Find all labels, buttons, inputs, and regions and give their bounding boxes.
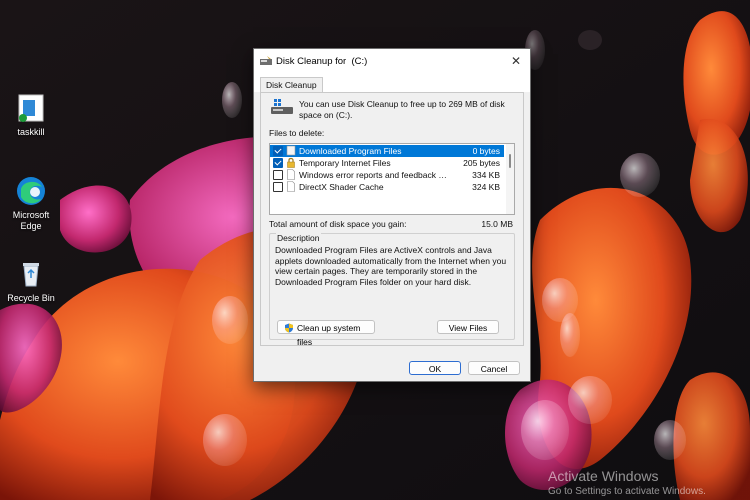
lock-icon (287, 157, 295, 168)
info-text: You can use Disk Cleanup to free up to 2… (299, 99, 505, 120)
file-checkbox[interactable] (273, 146, 283, 156)
tab-strip: Disk Cleanup (254, 74, 530, 93)
file-size: 324 KB (472, 182, 500, 192)
cancel-button[interactable]: Cancel (468, 361, 520, 375)
dialog-title: Disk Cleanup for (C:) (276, 56, 368, 67)
disk-cleanup-icon (260, 56, 272, 65)
file-name: DirectX Shader Cache (299, 182, 384, 192)
close-button[interactable]: ✕ (502, 49, 530, 74)
close-icon: ✕ (510, 54, 522, 68)
file-row[interactable]: DirectX Shader Cache 324 KB (270, 181, 504, 193)
title-bar[interactable]: Disk Cleanup for (C:) ✕ (254, 49, 530, 74)
file-size: 0 bytes (472, 146, 500, 156)
total-gain-value: 15.0 MB (481, 219, 513, 229)
ok-button[interactable]: OK (409, 361, 461, 375)
file-name: Windows error reports and feedback di... (299, 170, 449, 180)
folder-icon (286, 145, 296, 156)
edge-icon (17, 177, 45, 205)
file-checkbox[interactable] (273, 170, 283, 180)
clean-up-system-files-button[interactable]: Clean up system files (277, 320, 375, 347)
list-scrollbar[interactable] (506, 144, 514, 214)
scroll-thumb[interactable] (509, 154, 511, 168)
file-name: Temporary Internet Files (299, 158, 391, 168)
total-gain-label: Total amount of disk space you gain: (269, 219, 407, 229)
tab-disk-cleanup[interactable]: Disk Cleanup (260, 77, 323, 93)
app-window-icon (18, 94, 44, 122)
description-text: Downloaded Program Files are ActiveX con… (275, 245, 507, 287)
files-to-delete-label: Files to delete: (269, 128, 325, 138)
desktop-icon-taskkill[interactable]: taskkill (0, 92, 62, 138)
file-row[interactable]: Temporary Internet Files 205 bytes (270, 157, 504, 169)
activation-watermark: Activate Windows Go to Settings to activ… (548, 468, 706, 498)
watermark-title: Activate Windows (548, 468, 659, 484)
file-name: Downloaded Program Files (299, 146, 402, 156)
watermark-subtitle: Go to Settings to activate Windows. (548, 486, 706, 497)
description-title: Description (276, 233, 321, 243)
file-size: 205 bytes (463, 158, 500, 168)
disk-cleanup-panel: You can use Disk Cleanup to free up to 2… (260, 92, 524, 347)
desktop-icon-edge[interactable]: Microsoft Edge (0, 175, 62, 232)
hard-drive-icon (271, 99, 293, 114)
disk-cleanup-dialog: Disk Cleanup for (C:) ✕ Disk Cleanup You… (253, 48, 531, 382)
file-checkbox[interactable] (273, 182, 283, 192)
file-row[interactable]: Downloaded Program Files 0 bytes (270, 145, 504, 157)
files-list[interactable]: Downloaded Program Files 0 bytes Tempora… (269, 143, 515, 215)
clean-up-button-label: Clean up system files (297, 323, 361, 347)
recycle-bin-icon (23, 263, 39, 287)
file-row[interactable]: Windows error reports and feedback di...… (270, 169, 504, 181)
view-files-button[interactable]: View Files (437, 320, 499, 334)
desktop-icon-recycle-bin[interactable]: Recycle Bin (0, 258, 62, 304)
document-icon (287, 169, 295, 180)
file-checkbox[interactable] (273, 158, 283, 168)
desktop-icon-label: taskkill (17, 127, 45, 137)
file-size: 334 KB (472, 170, 500, 180)
uac-shield-icon (285, 323, 293, 333)
desktop-icon-label: Recycle Bin (7, 293, 55, 303)
document-icon (287, 181, 295, 192)
desktop-icon-label: Microsoft Edge (12, 210, 50, 231)
